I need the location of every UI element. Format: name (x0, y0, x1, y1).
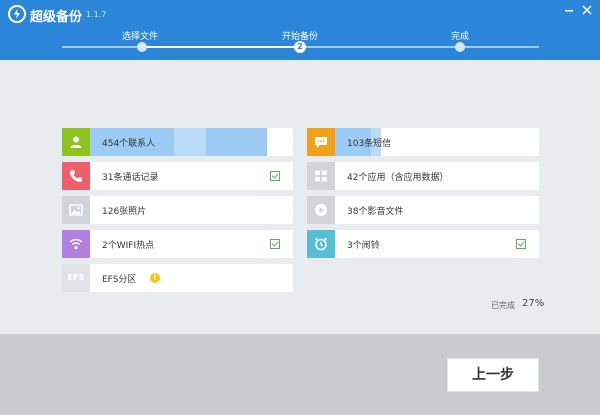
completed-label: 已完成 (491, 301, 515, 310)
call-log-label: 31条通话记录 (102, 173, 159, 183)
app-logo-icon (8, 5, 26, 23)
warning-icon[interactable]: ! (150, 273, 160, 283)
phone-icon (62, 162, 90, 190)
apps-label: 42个应用（含应用数据） (347, 173, 449, 183)
title-bar: 超级备份 1.1.7 选择文件 开始备份 完成 2 (0, 0, 600, 60)
contact-icon (62, 128, 90, 156)
close-button[interactable] (580, 4, 594, 16)
item-contacts[interactable]: 454个联系人 (62, 128, 293, 156)
wifi-checked-icon[interactable] (270, 239, 280, 249)
item-media[interactable]: 38个影音文件 (307, 196, 539, 224)
step-dot-1 (137, 42, 147, 52)
minimize-button[interactable] (562, 4, 576, 16)
step-dot-2: 2 (294, 41, 306, 53)
efs-label: EFS分区 (102, 275, 137, 285)
item-messages[interactable]: 103条短信 (307, 128, 539, 156)
previous-step-button[interactable]: 上一步 (447, 358, 539, 392)
app-title: 超级备份 (30, 10, 83, 25)
apps-icon (307, 162, 335, 190)
step-label-select-files: 选择文件 (121, 32, 158, 42)
step-number: 2 (297, 42, 303, 51)
contacts-label: 454个联系人 (102, 139, 156, 149)
alarms-label: 3个闹铃 (347, 241, 380, 251)
item-photos[interactable]: 126张照片 (62, 196, 293, 224)
item-alarms[interactable]: 3个闹铃 (307, 230, 539, 258)
call-log-checked-icon[interactable] (270, 171, 280, 181)
efs-icon: EFS (62, 264, 90, 292)
message-icon (307, 128, 335, 156)
alarm-icon (307, 230, 335, 258)
item-call-log[interactable]: 31条通话记录 (62, 162, 293, 190)
photo-icon (62, 196, 90, 224)
step-dot-3 (455, 42, 465, 52)
photos-label: 126张照片 (102, 207, 147, 217)
step-line-3 (306, 46, 456, 48)
step-line-1 (62, 46, 142, 48)
item-apps[interactable]: 42个应用（含应用数据） (307, 162, 539, 190)
step-line-4 (465, 46, 539, 48)
messages-label: 103条短信 (347, 139, 392, 149)
wifi-label: 2个WIFI热点 (102, 241, 155, 251)
media-label: 38个影音文件 (347, 207, 404, 217)
step-label-complete: 完成 (450, 32, 469, 42)
media-icon (307, 196, 335, 224)
completed-percent: 27% (522, 298, 545, 309)
wifi-icon (62, 230, 90, 258)
alarms-checked-icon[interactable] (516, 239, 526, 249)
app-version: 1.1.7 (86, 10, 107, 19)
step-line-2 (147, 46, 297, 48)
item-wifi[interactable]: 2个WIFI热点 (62, 230, 293, 258)
item-efs[interactable]: EFS EFS分区 ! (62, 264, 293, 292)
contacts-progress-highlight (174, 128, 206, 156)
